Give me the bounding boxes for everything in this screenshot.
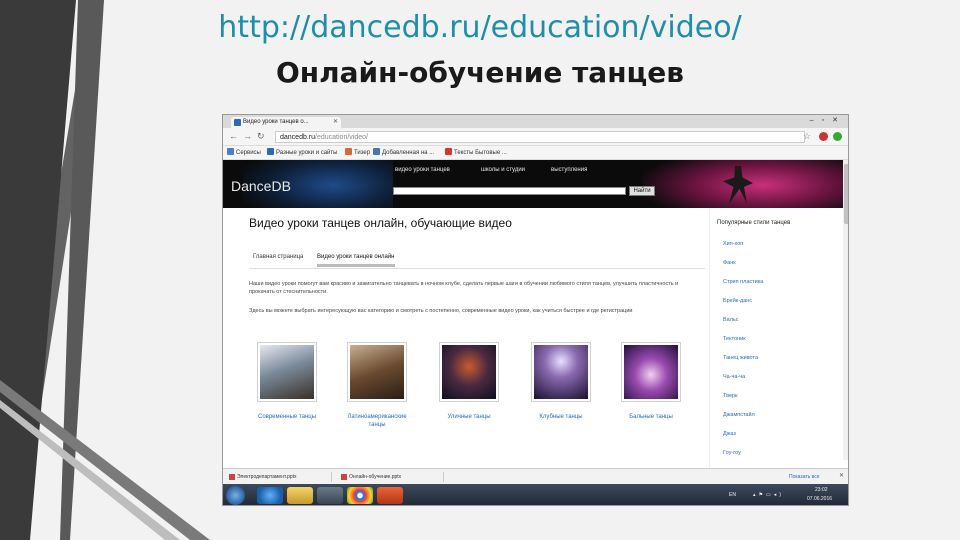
star-icon[interactable]: ☆ [803, 131, 811, 142]
file-icon [229, 474, 235, 480]
category-link[interactable]: Клубные танцы [523, 413, 599, 421]
site-header: DanceDB видео уроки танцев школы и студи… [223, 160, 843, 208]
powerpoint-icon[interactable] [377, 487, 403, 504]
browser-screenshot: Видео уроки танцев о... ✕ –▫✕ ← → ↻ danc… [222, 114, 849, 506]
media-player-icon[interactable] [317, 487, 343, 504]
tab-video-lessons[interactable]: Видео уроки танцев онлайн [317, 254, 395, 267]
scrollbar[interactable] [843, 160, 848, 460]
sidebar-item[interactable]: Гоу-гоу [723, 450, 741, 456]
url-field[interactable]: dancedb.ru/education/video/ [275, 131, 805, 143]
bookmark-item[interactable]: Добавленная на ... [373, 148, 434, 158]
download-item[interactable]: Электродепартамент.pptx [227, 472, 332, 482]
bookmark-item[interactable]: Сервисы [227, 148, 261, 158]
sidebar-item[interactable]: Джаз [723, 431, 736, 437]
site-logo[interactable]: DanceDB [231, 178, 291, 194]
category-thumbnail[interactable] [347, 342, 407, 402]
bookmark-icon [267, 148, 274, 155]
category-link[interactable]: Бальные танцы [613, 413, 689, 421]
browser-tabbar: Видео уроки танцев о... ✕ –▫✕ [223, 115, 848, 128]
extension-icon[interactable] [833, 132, 842, 141]
sidebar-item[interactable]: Хип-хоп [723, 241, 743, 247]
tab-title: Видео уроки танцев о... [243, 119, 309, 125]
clock-date[interactable]: 07.06.2016 [807, 496, 832, 502]
nav-link[interactable]: видео уроки танцев [395, 167, 450, 173]
nav-link[interactable]: выступления [551, 167, 587, 173]
sidebar-item[interactable]: Ча-ча-ча [723, 374, 745, 380]
category-thumbnail[interactable] [257, 342, 317, 402]
sidebar-item[interactable]: Брейк-данс [723, 298, 752, 304]
sidebar-item[interactable]: Джампстайл [723, 412, 755, 418]
scrollbar-thumb[interactable] [844, 164, 848, 224]
tab-home[interactable]: Главная страница [253, 254, 303, 260]
page-heading: Видео уроки танцев онлайн, обучающие вид… [249, 216, 512, 230]
close-icon[interactable]: ✕ [333, 117, 338, 128]
bookmarks-bar: Сервисы Разные уроки и сайты Тизер Добав… [223, 146, 848, 160]
category-thumbnail[interactable] [439, 342, 499, 402]
address-bar: ← → ↻ dancedb.ru/education/video/ ☆ [223, 128, 848, 146]
category-thumbnail[interactable] [621, 342, 681, 402]
download-filename: Электродепартамент.pptx [237, 474, 297, 480]
category-link[interactable]: Современные танцы [249, 413, 325, 421]
chrome-icon[interactable] [347, 487, 373, 504]
url-host: dancedb.ru [280, 134, 316, 141]
bookmark-icon [445, 148, 452, 155]
downloads-bar: Электродепартамент.pptx Онлайн-обучение.… [223, 468, 848, 484]
slide-title: Онлайн-обучение танцев [275, 56, 685, 89]
sidebar-item[interactable]: Вальс [723, 317, 739, 323]
sidebar-item[interactable]: Танец живота [723, 355, 758, 361]
apps-icon [227, 148, 234, 155]
divider [249, 268, 705, 269]
taskbar: EN ▴⚑▭◂) 23:02 07.06.2016 [223, 484, 848, 505]
thumbnail-image [624, 345, 678, 399]
thumbnail-image [534, 345, 588, 399]
bookmark-item[interactable]: Разные уроки и сайты [267, 148, 337, 158]
extension-icon[interactable] [819, 132, 828, 141]
close-icon[interactable]: ✕ [839, 472, 844, 479]
thumbnail-image [442, 345, 496, 399]
site-favicon-icon [234, 119, 241, 126]
download-item[interactable]: Онлайн-обучение.pptx [339, 472, 444, 482]
file-explorer-icon[interactable] [287, 487, 313, 504]
file-icon [341, 474, 347, 480]
search-button[interactable]: Найти [629, 186, 655, 196]
intro-paragraph: Здесь вы можете выбрать интересующую вас… [249, 308, 633, 314]
bookmark-item[interactable]: Тексты Бытовые ... [445, 148, 507, 158]
reload-icon[interactable]: ↻ [257, 131, 265, 142]
thumbnail-image [260, 345, 314, 399]
nav-link[interactable]: школы и студии [481, 167, 525, 173]
back-icon[interactable]: ← [229, 131, 238, 141]
download-filename: Онлайн-обучение.pptx [349, 474, 402, 480]
window-controls[interactable]: –▫✕ [810, 116, 846, 124]
search-input[interactable] [393, 187, 626, 195]
start-button[interactable] [226, 486, 245, 505]
category-link[interactable]: Уличные танцы [431, 413, 507, 421]
sidebar-item[interactable]: Фанк [723, 260, 736, 266]
browser-tab[interactable]: Видео уроки танцев о... ✕ [231, 117, 341, 128]
clock-time[interactable]: 23:02 [815, 487, 828, 493]
tray-icons[interactable]: ▴⚑▭◂) [753, 492, 784, 498]
show-all-downloads-link[interactable]: Показать все [789, 472, 820, 482]
category-link[interactable]: Латиноамериканские танцы [339, 413, 415, 429]
bookmark-icon [345, 148, 352, 155]
language-indicator[interactable]: EN [729, 492, 736, 498]
sidebar-item[interactable]: Тектоник [723, 336, 746, 342]
sidebar-title: Популярные стили танцев [717, 220, 791, 226]
sidebar-item[interactable]: Стрип пластика [723, 279, 763, 285]
bookmark-item[interactable]: Тизер [345, 148, 370, 158]
intro-paragraph: Наши видео уроки помогут вам красиво и з… [249, 281, 679, 295]
divider [709, 208, 710, 468]
url-path: /education/video/ [315, 134, 368, 141]
internet-explorer-icon[interactable] [257, 487, 283, 504]
slide-url[interactable]: http://dancedb.ru/education/video/ [0, 10, 960, 45]
forward-icon[interactable]: → [243, 131, 252, 141]
sidebar-item[interactable]: Тверк [723, 393, 738, 399]
thumbnail-image [350, 345, 404, 399]
category-thumbnail[interactable] [531, 342, 591, 402]
page-content: Видео уроки танцев онлайн, обучающие вид… [223, 208, 843, 468]
bookmark-icon [373, 148, 380, 155]
